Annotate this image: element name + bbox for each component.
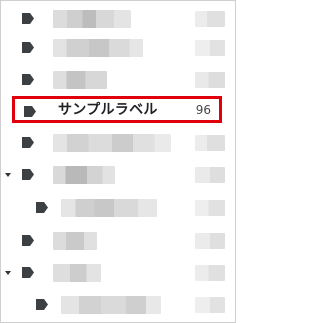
redacted-count [195, 200, 225, 216]
redacted-count [195, 167, 225, 183]
expand-arrow-icon[interactable] [5, 173, 11, 177]
redacted-label-name [53, 232, 97, 250]
redacted-count [195, 265, 225, 281]
label-tag-icon [22, 137, 34, 148]
redacted-count [195, 233, 225, 249]
redacted-count [195, 72, 225, 88]
label-tag-icon [22, 267, 34, 278]
label-item-redacted[interactable] [1, 229, 235, 253]
unread-count: 96 [195, 103, 211, 117]
label-item-redacted[interactable] [1, 196, 235, 220]
label-tag-icon [22, 42, 34, 53]
redacted-label-name [53, 10, 131, 28]
label-item-redacted[interactable] [1, 68, 235, 92]
label-item-redacted[interactable] [1, 36, 235, 60]
redacted-count [195, 297, 225, 313]
label-item-redacted[interactable] [1, 7, 235, 31]
redacted-count [195, 135, 225, 151]
redacted-label-name [53, 39, 143, 57]
label-tag-icon [22, 74, 34, 85]
redacted-count [195, 40, 225, 56]
label-list-panel: サンプルラベル 96 [0, 0, 236, 323]
label-name: サンプルラベル [58, 102, 158, 118]
redacted-label-name [53, 166, 115, 184]
redacted-label-name [53, 264, 101, 282]
label-tag-icon [22, 235, 34, 246]
redacted-count [195, 11, 225, 27]
label-item-redacted[interactable] [1, 131, 235, 155]
label-item-redacted[interactable] [1, 261, 235, 285]
label-tag-icon [36, 299, 48, 310]
label-tag-icon [22, 13, 34, 24]
redacted-label-name [61, 296, 161, 314]
label-tag-icon [36, 202, 48, 213]
redacted-label-name [53, 134, 171, 152]
label-item-selected[interactable]: サンプルラベル 96 [12, 96, 222, 123]
redacted-label-name [61, 199, 157, 217]
label-item-redacted[interactable] [1, 293, 235, 317]
redacted-label-name [53, 71, 107, 89]
expand-arrow-icon[interactable] [5, 271, 11, 275]
label-item-redacted[interactable] [1, 163, 235, 187]
label-tag-icon [22, 169, 34, 180]
label-tag-icon [24, 106, 36, 117]
